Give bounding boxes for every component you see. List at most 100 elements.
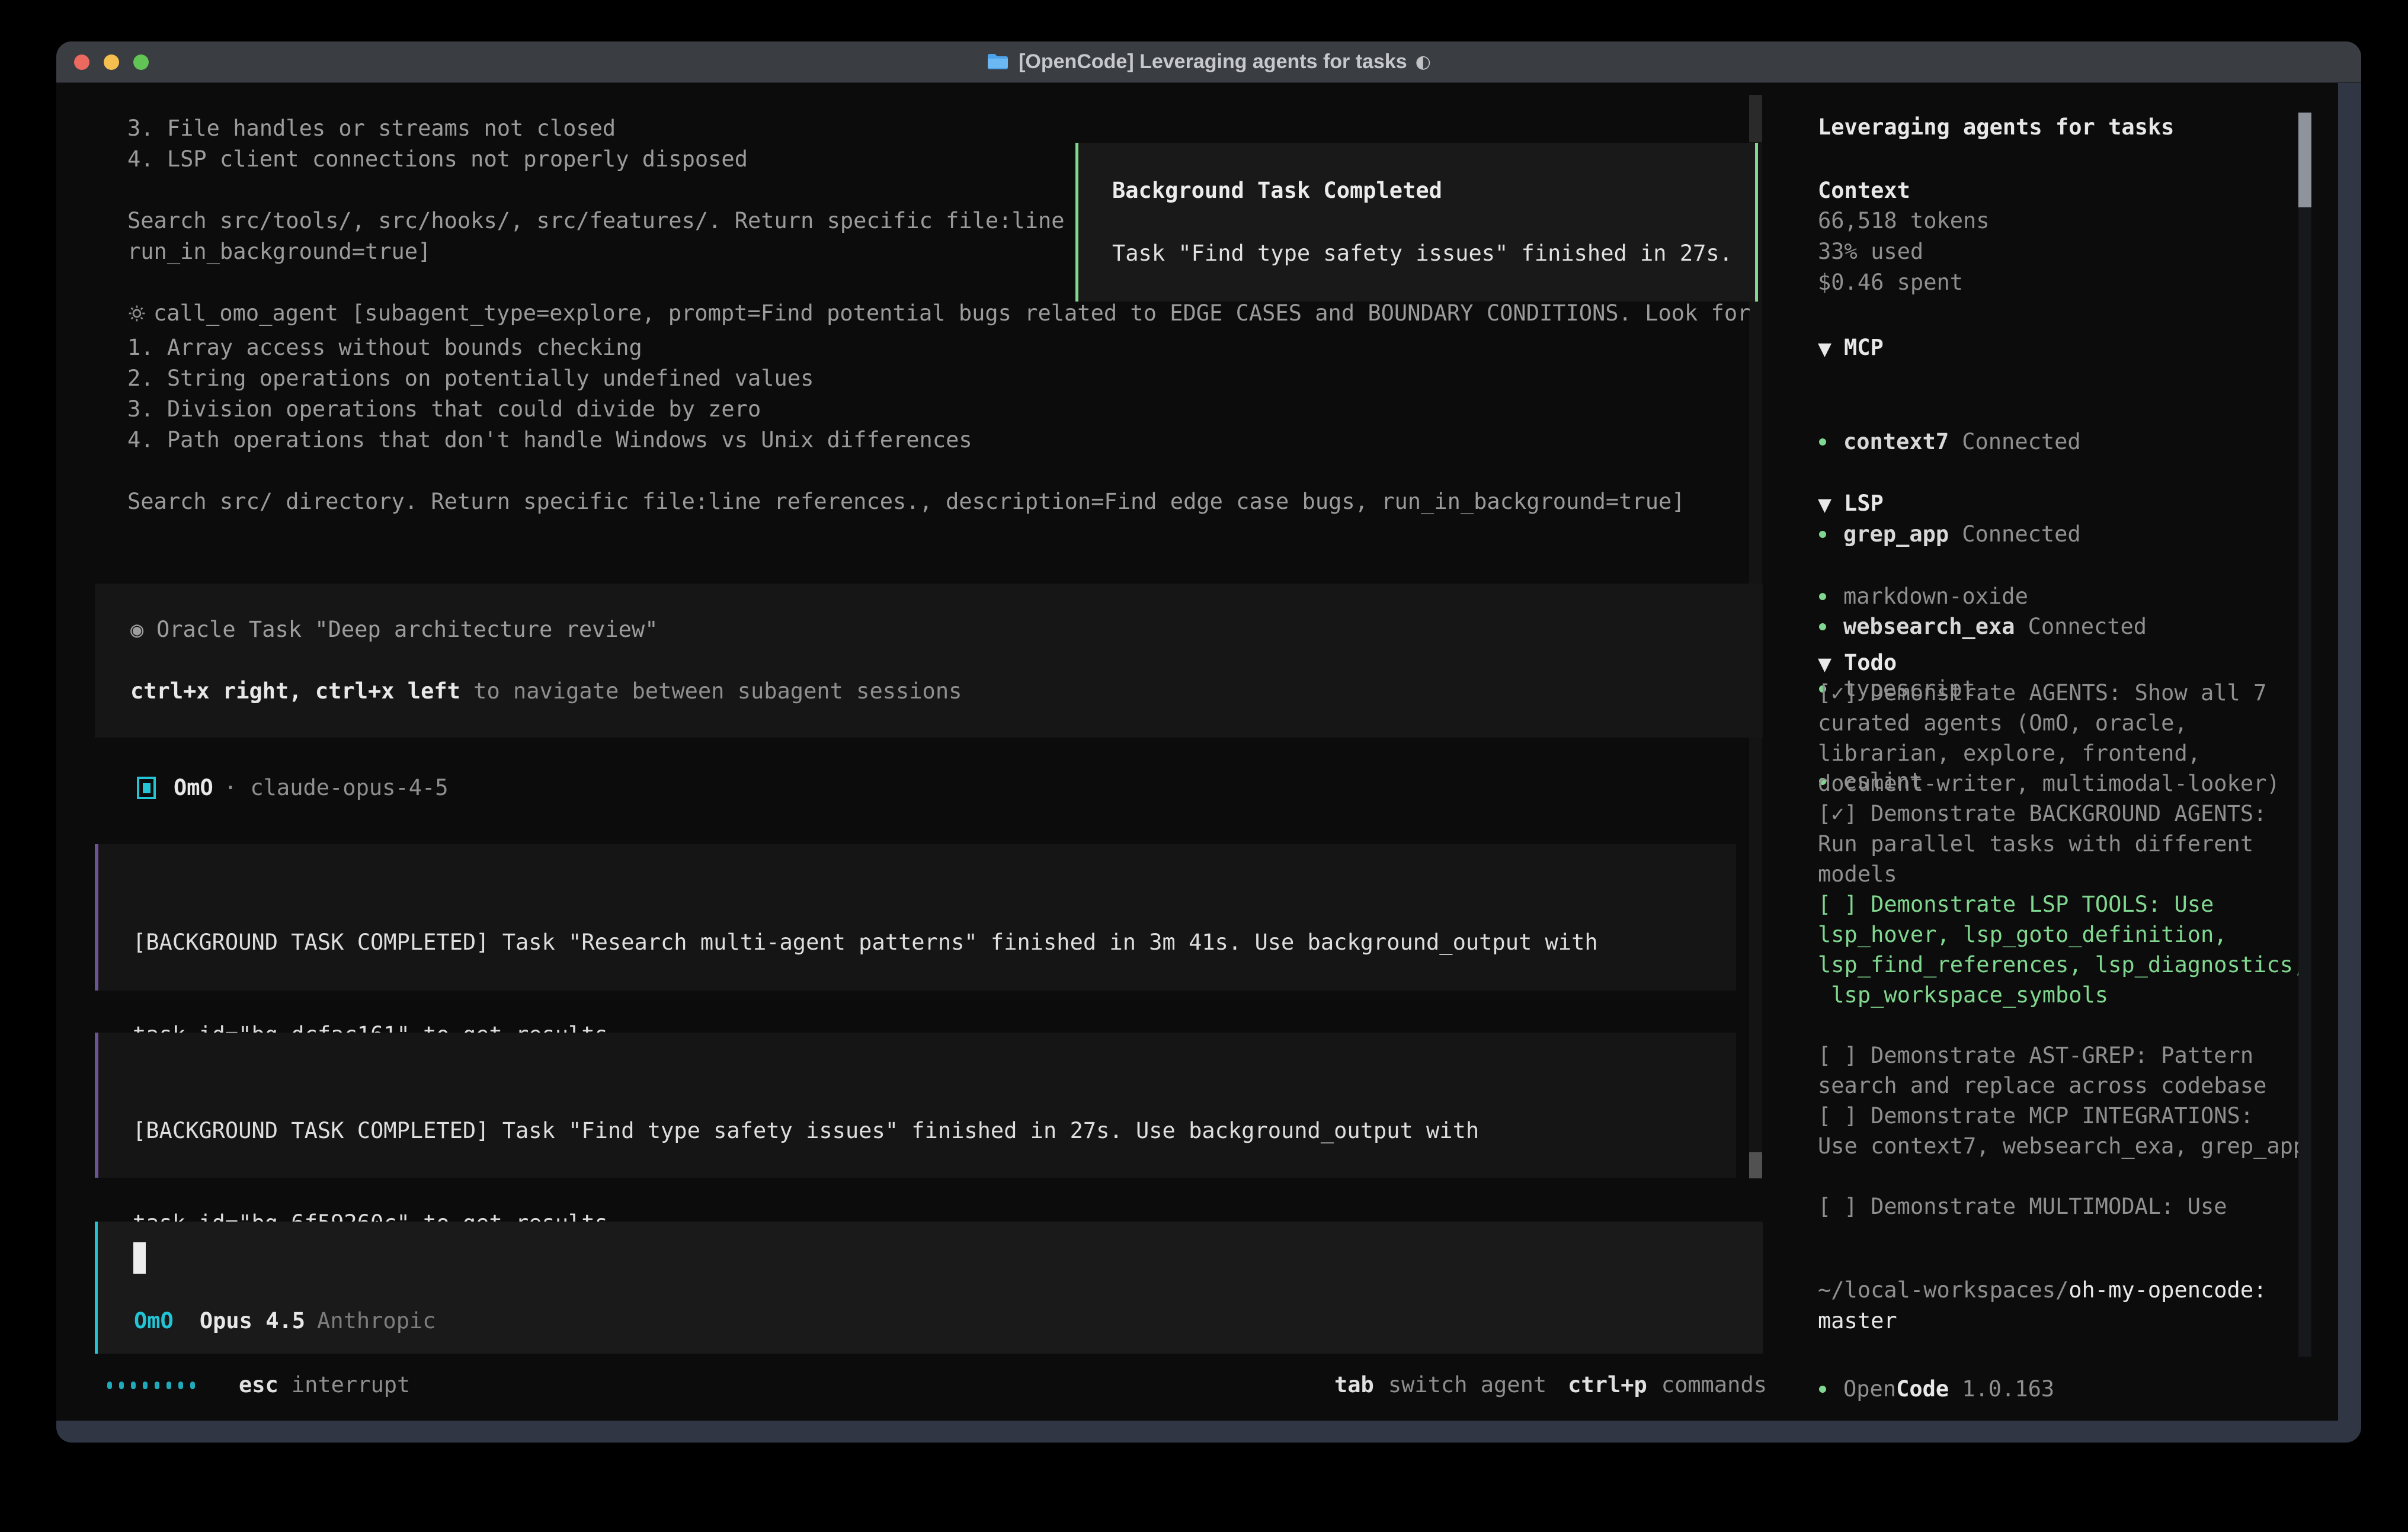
app-name-dim: Open <box>1843 1376 1896 1402</box>
chevron-down-icon: ▼ <box>1818 490 1844 521</box>
tool-call-text: call_omo_agent [subagent_type=explore, p… <box>153 298 1750 329</box>
text-line: Use context7, websearch_exa, grep_app <box>1818 1131 2306 1161</box>
text-line: 4. Path operations that don't handle Win… <box>127 425 1685 456</box>
oracle-task-text: Oracle Task "Deep architecture review" <box>156 617 658 642</box>
main-scrollbar-thumb[interactable] <box>1749 1152 1762 1178</box>
text-line: curated agents (OmO, oracle, <box>1818 708 2306 738</box>
tool-call-row: call_omo_agent [subagent_type=explore, p… <box>127 298 1750 329</box>
text-line: [ ] Demonstrate AST-GREP: Pattern <box>1818 1040 2306 1071</box>
mcp-heading-label: MCP <box>1844 335 1884 360</box>
git-branch: master <box>1818 1306 1897 1337</box>
session-title: Leveraging agents for tasks <box>1818 112 2174 143</box>
window-titlebar[interactable]: [OpenCode] Leveraging agents for tasks ◐ <box>56 41 2361 83</box>
agent-model: · claude-opus-4-5 <box>224 773 449 803</box>
terminal-window: [OpenCode] Leveraging agents for tasks ◐… <box>56 41 2361 1443</box>
app-version-row: OpenCode 1.0.163 <box>1818 1374 2054 1405</box>
tool-call-output: 1. Array access without bounds checking2… <box>127 332 1685 517</box>
text-line: [ ] Demonstrate MULTIMODAL: Use <box>1818 1191 2306 1222</box>
text-line: 4. LSP client connections not properly d… <box>127 144 1065 175</box>
text-line: Search src/tools/, src/hooks/, src/featu… <box>127 206 1065 236</box>
toast-title: Background Task Completed <box>1112 175 1442 206</box>
desktop: { "colors": { "accent_cyan": "#22c4d5", … <box>0 0 2408 1532</box>
lsp-server-row: markdown-oxide <box>1818 581 2028 612</box>
nav-keys: ctrl+x right, ctrl+x left <box>130 678 460 704</box>
status-dot-icon <box>1819 438 1826 446</box>
active-agent-label: OmO <box>134 1306 174 1337</box>
window-title: [OpenCode] Leveraging agents for tasks <box>1019 50 1407 73</box>
mcp-server-status: Connected <box>1962 427 2080 457</box>
chevron-down-icon: ▼ <box>1818 649 1844 680</box>
lsp-section-heading: ▼LSP <box>1818 488 1884 521</box>
workspace-path-name: oh-my-opencode: <box>2068 1277 2266 1303</box>
todo-list: [✓] Demonstrate AGENTS: Show all 7curate… <box>1818 678 2306 1222</box>
folder-icon <box>987 53 1009 70</box>
oracle-task-row: ◉Oracle Task "Deep architecture review" <box>130 614 658 645</box>
text-cursor <box>133 1242 146 1274</box>
text-line: librarian, explore, frontend, <box>1818 738 2306 768</box>
mcp-server-name: context7 <box>1843 427 1949 457</box>
text-line: lsp_hover, lsp_goto_definition, <box>1818 919 2306 950</box>
statusbar-left: esc interrupt <box>107 1370 410 1400</box>
model-selector-row: OmO Opus 4.5 Anthropic <box>134 1306 436 1337</box>
tui-content: 3. File handles or streams not closed4. … <box>56 83 2338 1421</box>
text-line: lsp_workspace_symbols <box>1818 980 2306 1010</box>
text-line: [ ] Demonstrate MCP INTEGRATIONS: <box>1818 1101 2306 1131</box>
zoom-window-button[interactable] <box>133 55 149 70</box>
task-message-line: [BACKGROUND TASK COMPLETED] Task "Find t… <box>133 1116 1736 1146</box>
lsp-heading-label: LSP <box>1844 491 1884 516</box>
text-line: 1. Array access without bounds checking <box>127 332 1685 363</box>
main-scrollbar-thumb-top[interactable] <box>1749 95 1762 142</box>
text-line: 3. File handles or streams not closed <box>127 113 1065 144</box>
text-line <box>127 456 1685 486</box>
workspace-path-prefix: ~/local-workspaces/ <box>1818 1277 2068 1303</box>
sidebar-scrollbar-track[interactable] <box>2298 207 2311 1357</box>
fisheye-icon: ◉ <box>130 614 156 645</box>
text-line: 33% used <box>1818 236 1990 267</box>
sidebar-scrollbar-thumb[interactable] <box>2298 113 2311 207</box>
prompt-input[interactable]: OmO Opus 4.5 Anthropic <box>95 1222 1763 1354</box>
session-progress-icon: ◐ <box>1416 52 1431 72</box>
app-name: OpenCode <box>1843 1374 1949 1405</box>
gear-icon <box>127 304 146 323</box>
text-line: search and replace across codebase <box>1818 1071 2306 1101</box>
app-name-bold: Code <box>1896 1376 1949 1402</box>
mcp-server-status: Connected <box>2028 611 2147 642</box>
toast-body: Task "Find type safety issues" finished … <box>1112 238 1733 269</box>
task-message-line: [BACKGROUND TASK COMPLETED] Task "Resear… <box>133 927 1736 958</box>
window-title-group: [OpenCode] Leveraging agents for tasks ◐ <box>987 50 1431 73</box>
text-line: lsp_find_references, lsp_diagnostics, <box>1818 950 2306 980</box>
tab-key-hint: tab <box>1334 1370 1374 1400</box>
nav-hint-text: to navigate between subagent sessions <box>460 678 962 704</box>
oracle-task-box: ◉Oracle Task "Deep architecture review" … <box>95 584 1763 738</box>
status-dot-icon <box>1819 1386 1826 1393</box>
text-line <box>1818 1161 2306 1191</box>
agent-checkbox-icon <box>137 777 156 799</box>
minimize-window-button[interactable] <box>104 55 119 70</box>
text-line: 3. Division operations that could divide… <box>127 394 1685 425</box>
active-model-label: Opus 4.5 <box>200 1306 305 1337</box>
tab-key-label: switch agent <box>1388 1370 1546 1400</box>
esc-key-hint: esc <box>239 1370 278 1400</box>
provider-label: Anthropic <box>317 1306 436 1337</box>
text-line: 2. String operations on potentially unde… <box>127 363 1685 394</box>
text-line: [ ] Demonstrate LSP TOOLS: Use <box>1818 889 2306 919</box>
lsp-server-name: markdown-oxide <box>1843 581 2028 612</box>
text-line <box>127 175 1065 206</box>
text-line: models <box>1818 859 2306 889</box>
text-line: Run parallel tasks with different <box>1818 829 2306 859</box>
text-line: Search src/ directory. Return specific f… <box>127 486 1685 517</box>
close-window-button[interactable] <box>74 55 89 70</box>
agent-name: OmO <box>174 773 213 803</box>
text-line: [✓] Demonstrate BACKGROUND AGENTS: <box>1818 799 2306 829</box>
ctrlp-key-hint: ctrl+p <box>1568 1370 1647 1400</box>
workspace-path: ~/local-workspaces/oh-my-opencode: <box>1818 1275 2266 1306</box>
chevron-down-icon: ▼ <box>1818 334 1844 365</box>
statusbar-right: tab switch agent ctrl+p commands <box>1334 1370 1767 1400</box>
ctrlp-key-label: commands <box>1661 1370 1767 1400</box>
agent-header: OmO · claude-opus-4-5 <box>137 773 449 803</box>
background-task-message: [BACKGROUND TASK COMPLETED] Task "Resear… <box>95 844 1736 991</box>
text-line: [✓] Demonstrate AGENTS: Show all 7 <box>1818 678 2306 708</box>
todo-heading-label: Todo <box>1844 650 1897 675</box>
spinner-icon <box>107 1382 195 1389</box>
todo-section-heading: ▼Todo <box>1818 648 1897 680</box>
